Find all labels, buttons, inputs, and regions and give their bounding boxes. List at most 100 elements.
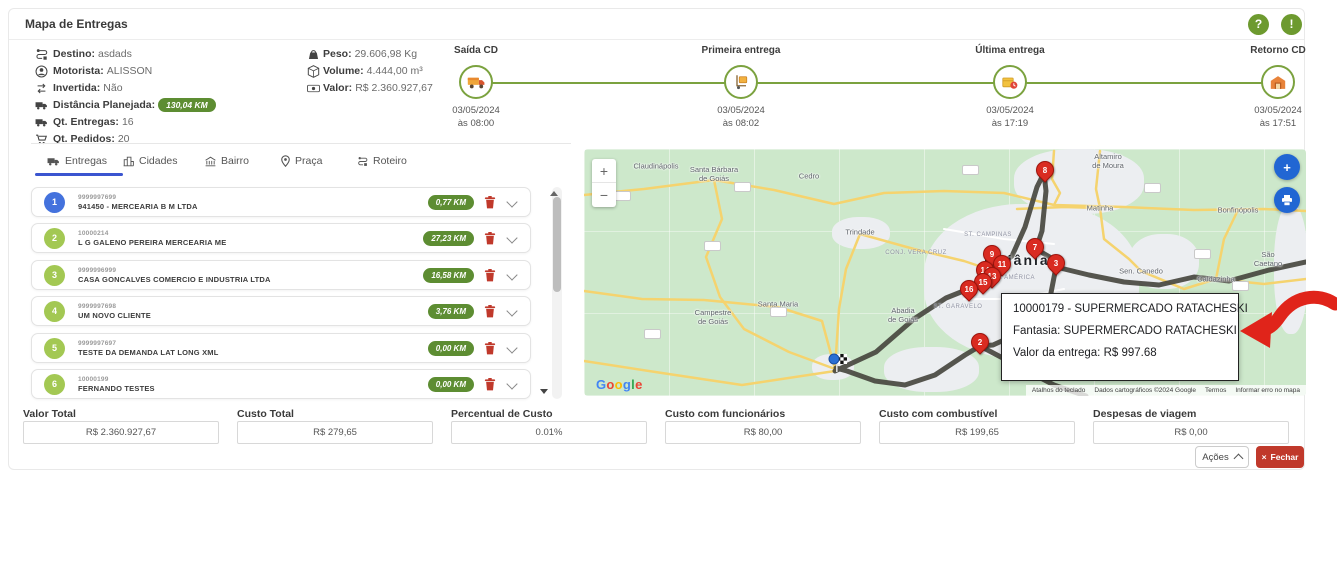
delivery-code: 9999997697: [78, 340, 428, 347]
infowindow-fantasia: Fantasia: SUPERMERCADO RATACHESKI: [1013, 325, 1227, 337]
route-start-flag-icon[interactable]: [827, 352, 849, 374]
cart-icon: [35, 133, 48, 146]
chevron-down-icon[interactable]: [506, 269, 517, 280]
annotation-arrow: [1238, 288, 1337, 368]
printer-icon: [1281, 195, 1293, 206]
delivery-name: UM NOVO CLIENTE: [78, 311, 428, 320]
zoom-in-button[interactable]: +: [592, 159, 616, 183]
map-place-label: Trindade: [845, 228, 874, 237]
chevron-down-icon[interactable]: [506, 196, 517, 207]
scroll-up-icon[interactable]: [550, 191, 558, 196]
delivery-row[interactable]: 4 9999997698UM NOVO CLIENTE 3,76 KM: [31, 296, 531, 326]
tab-roteiro[interactable]: Roteiro: [357, 155, 407, 167]
truck-icon: [35, 116, 48, 129]
summary-value-percentual-custo: 0.01%: [451, 421, 647, 444]
google-logo[interactable]: Google: [596, 377, 643, 392]
map-pin-icon: [281, 155, 290, 167]
delivery-row[interactable]: 1 9999997699941450 - MERCEARIA B M LTDA …: [31, 187, 531, 217]
map-data-text: Dados cartográficos ©2024 Google: [1094, 387, 1196, 394]
card-header: Mapa de Entregas ? !: [9, 9, 1304, 40]
chevron-down-icon[interactable]: [506, 342, 517, 353]
scrollbar-thumb[interactable]: [553, 197, 561, 292]
tab-bairro[interactable]: Bairro: [205, 155, 249, 167]
summary-label-despesas-viagem: Despesas de viagem: [1093, 408, 1196, 420]
map-place-label: Santa Maria: [758, 300, 798, 309]
mapa-de-entregas-card: Mapa de Entregas ? ! Destino:asdads Moto…: [8, 8, 1305, 470]
terms-link[interactable]: Termos: [1205, 387, 1226, 394]
infowindow-title: 10000179 - SUPERMERCADO RATACHESKI: [1013, 303, 1227, 315]
route-icon: [35, 48, 48, 61]
map-district-label: ST. CAMPINAS: [964, 232, 1012, 238]
chevron-down-icon[interactable]: [506, 232, 517, 243]
summary-label-custo-combustivel: Custo com combustível: [879, 408, 997, 420]
delivery-code: 10000199: [78, 376, 428, 383]
help-icon[interactable]: ?: [1248, 14, 1269, 35]
tab-entregas[interactable]: Entregas: [47, 155, 107, 167]
delivery-name: FERNANDO TESTES: [78, 384, 428, 393]
alert-icon[interactable]: !: [1281, 14, 1302, 35]
delivery-name: L G GALENO PEREIRA MERCEARIA ME: [78, 238, 423, 247]
route-icon: [357, 156, 368, 167]
handtruck-icon: [724, 65, 758, 99]
warehouse-icon: [1261, 65, 1295, 99]
timeline-node-saida-cd: Saída CD 03/05/2024 às 08:00: [406, 45, 546, 129]
panel-divider: [31, 143, 571, 144]
delivery-row[interactable]: 5 9999997697TESTE DA DEMANDA LAT LONG XM…: [31, 333, 531, 363]
trash-icon[interactable]: [484, 304, 496, 318]
sequence-badge: 2: [44, 228, 65, 249]
road-shield: [770, 307, 787, 317]
info-motorista: Motorista:ALISSON: [53, 65, 152, 77]
delivery-row[interactable]: 3 9999996999CASA GONCALVES COMERCIO E IN…: [31, 260, 531, 290]
map-place-label: Caldazinha: [1197, 275, 1235, 284]
trash-icon[interactable]: [484, 268, 496, 282]
close-x-icon: ×: [1262, 452, 1267, 462]
map-print-button[interactable]: [1274, 187, 1300, 213]
summary-value-valor-total: R$ 2.360.927,67: [23, 421, 219, 444]
delivery-name: TESTE DA DEMANDA LAT LONG XML: [78, 348, 428, 357]
acoes-button[interactable]: Ações: [1195, 446, 1249, 468]
timeline-node-ultima-entrega: Última entrega 03/05/2024 às 17:19: [940, 45, 1080, 129]
summary-value-custo-combustivel: R$ 199,65: [879, 421, 1075, 444]
map-add-button[interactable]: +: [1274, 154, 1300, 180]
sequence-badge: 6: [44, 374, 65, 395]
delivery-code: 9999997699: [78, 194, 428, 201]
map-place-label: São Caetano: [1249, 250, 1287, 268]
chevron-down-icon[interactable]: [506, 305, 517, 316]
summary-value-custo-total: R$ 279,65: [237, 421, 433, 444]
scroll-down-icon[interactable]: [540, 389, 548, 394]
road-shield: [1144, 183, 1161, 193]
truck-depart-icon: [459, 65, 493, 99]
list-scrollbar[interactable]: [552, 187, 562, 399]
keyboard-shortcuts-link[interactable]: Atalhos do teclado: [1032, 387, 1085, 394]
delivery-name: 941450 - MERCEARIA B M LTDA: [78, 202, 428, 211]
trash-icon[interactable]: [484, 195, 496, 209]
trash-icon[interactable]: [484, 377, 496, 391]
trash-icon[interactable]: [484, 231, 496, 245]
info-destino: Destino:asdads: [53, 48, 132, 60]
map[interactable]: Claudinápolis Santa Bárbara de Goiás Ced…: [584, 149, 1306, 396]
trash-icon[interactable]: [484, 341, 496, 355]
map-place-label: Bonfinópolis: [1218, 206, 1259, 215]
map-district-label: ST. GARAVELO: [934, 304, 983, 310]
chevron-down-icon[interactable]: [506, 378, 517, 389]
km-badge: 16,58 KM: [423, 268, 474, 283]
info-peso: Peso:29.606,98 Kg: [323, 48, 417, 60]
map-zoom-control: + −: [592, 159, 616, 207]
timeline-line: [468, 82, 1270, 84]
delivery-row[interactable]: 2 10000214L G GALENO PEREIRA MERCEARIA M…: [31, 223, 531, 253]
map-infowindow: 10000179 - SUPERMERCADO RATACHESKI Fanta…: [1001, 293, 1239, 381]
fechar-button[interactable]: × Fechar: [1256, 446, 1304, 468]
zoom-out-button[interactable]: −: [592, 183, 616, 207]
summary-label-valor-total: Valor Total: [23, 408, 76, 420]
delivery-row[interactable]: 6 10000199FERNANDO TESTES 0,00 KM: [31, 369, 531, 399]
info-distancia: Distância Planejada:130,04 KM: [53, 98, 216, 112]
tab-cidades[interactable]: Cidades: [123, 155, 178, 167]
map-place-label: Sen. Canedo: [1119, 267, 1163, 276]
report-error-link[interactable]: Informar erro no mapa: [1235, 387, 1300, 394]
tab-praca[interactable]: Praça: [281, 155, 322, 167]
map-place-label: Cedro: [799, 172, 819, 181]
map-place-label: Claudinápolis: [633, 162, 678, 171]
road-shield: [1194, 249, 1211, 259]
delivery-code: 9999996999: [78, 267, 423, 274]
city-icon: [123, 156, 134, 167]
